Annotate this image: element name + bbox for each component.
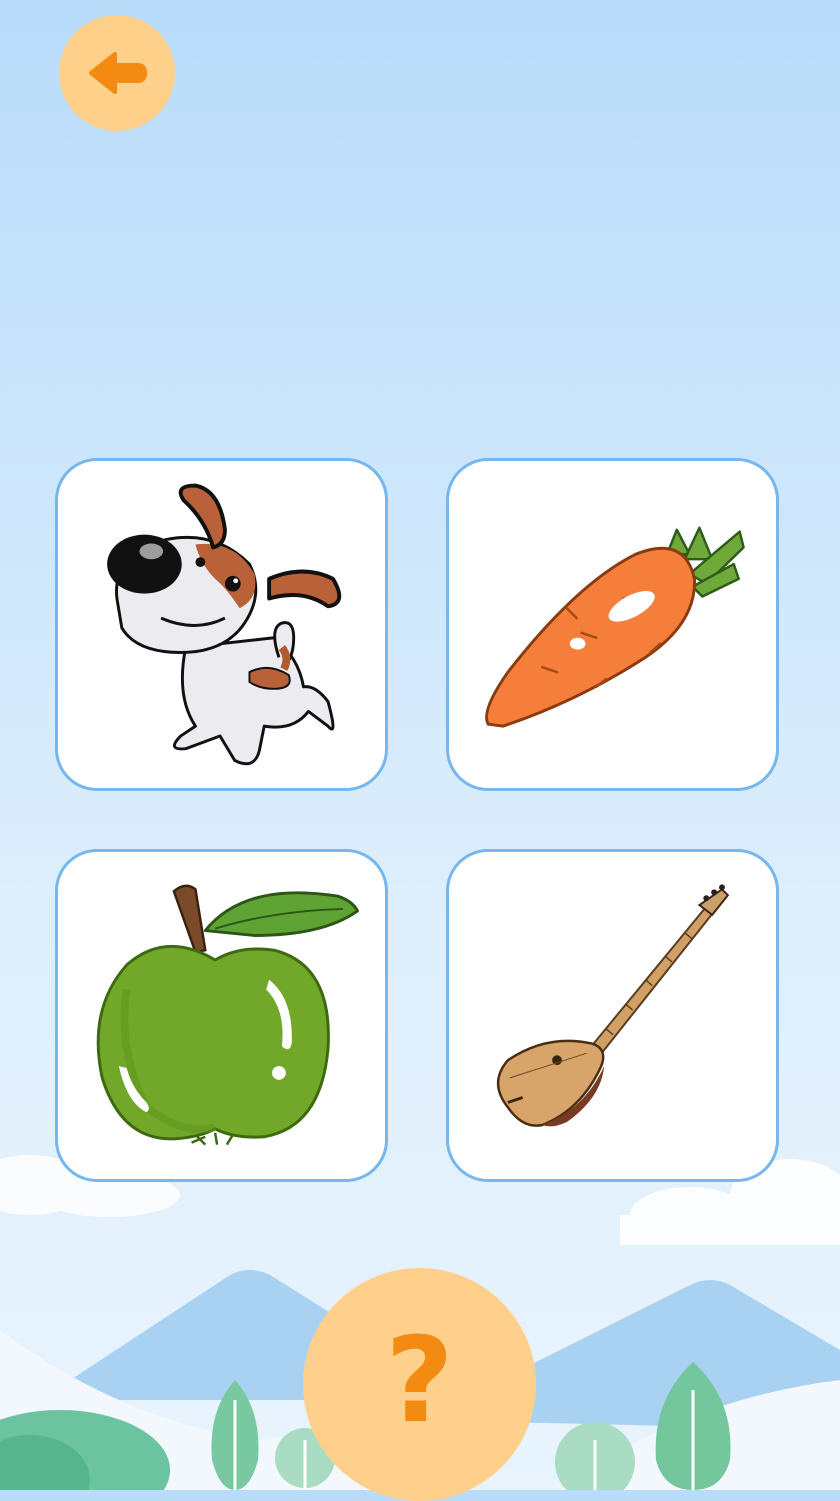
back-arrow-icon [89, 52, 147, 94]
apple-picture [96, 884, 359, 1146]
option-card-dog[interactable] [55, 458, 388, 791]
dog-picture [107, 483, 342, 766]
tree-right-small [555, 1422, 635, 1490]
question-mark-icon: ? [385, 1310, 454, 1449]
back-button[interactable] [59, 15, 175, 131]
option-card-dombra[interactable] [446, 849, 779, 1182]
help-button[interactable]: ? [303, 1268, 536, 1501]
option-card-carrot[interactable] [446, 458, 779, 791]
dombra-instrument-picture [496, 884, 730, 1127]
option-card-apple[interactable] [55, 849, 388, 1182]
carrot-picture [485, 526, 745, 728]
